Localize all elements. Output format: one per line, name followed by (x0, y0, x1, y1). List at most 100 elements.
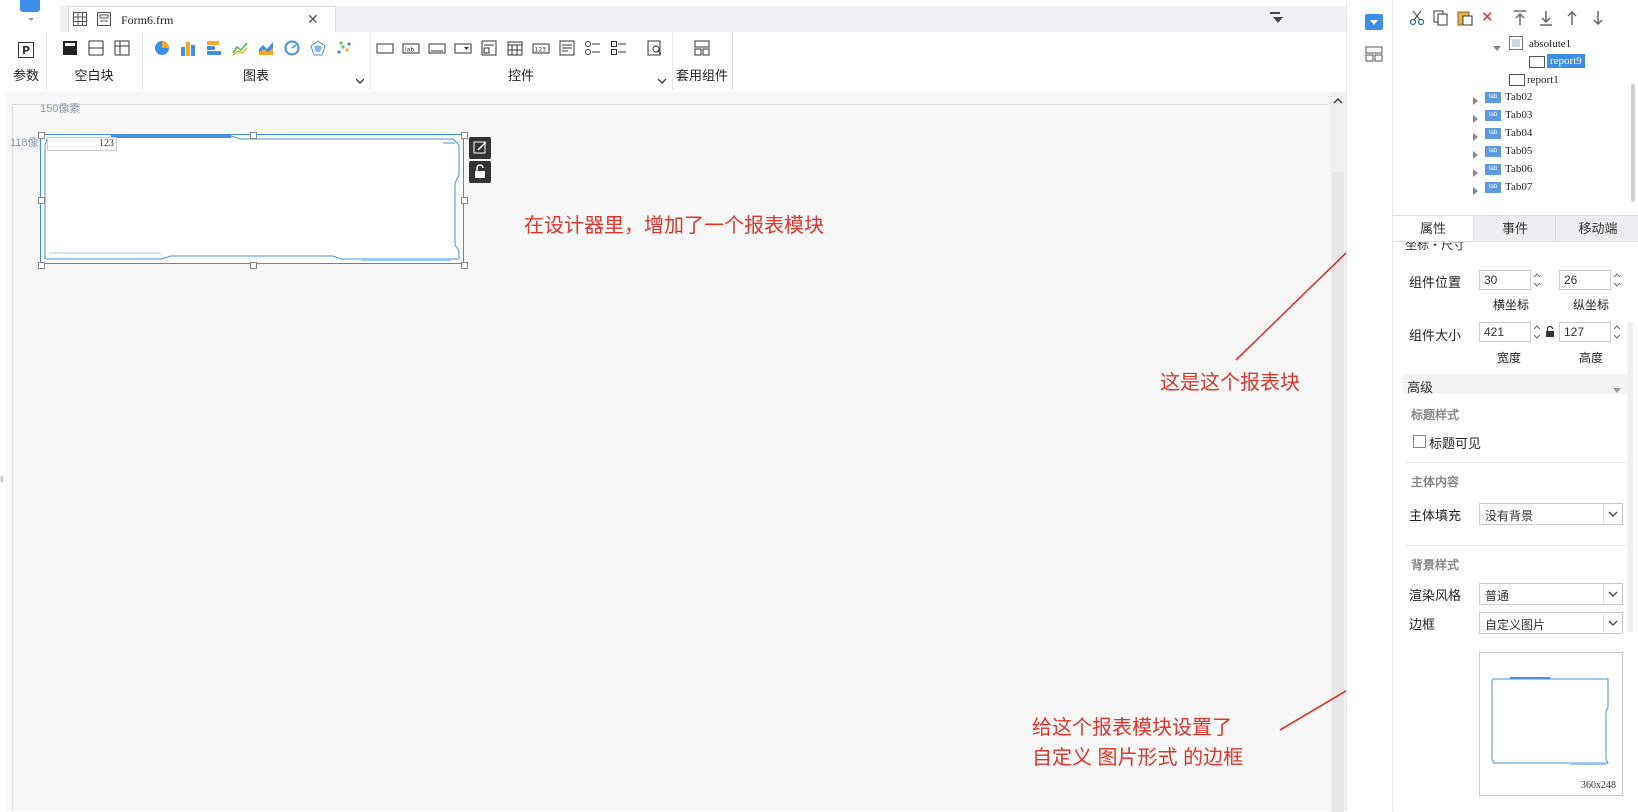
tree-expand-icon[interactable] (1473, 94, 1479, 108)
tree-expand-icon[interactable] (1473, 184, 1479, 198)
move-to-top-icon[interactable] (1513, 10, 1527, 29)
app-logo-icon[interactable] (20, 0, 40, 12)
resize-handle[interactable] (38, 197, 45, 204)
title-visible-checkbox[interactable] (1413, 435, 1426, 448)
move-down-icon[interactable] (1591, 10, 1605, 29)
block-split-icon[interactable] (88, 40, 106, 56)
chevron-down-icon[interactable] (28, 18, 34, 21)
aspect-lock-icon[interactable] (1545, 325, 1555, 341)
render-style-select[interactable]: 普通 (1479, 583, 1623, 605)
gauge-chart-icon[interactable] (284, 40, 302, 56)
tree-expand-icon[interactable] (1473, 112, 1479, 126)
layout-panel-icon[interactable] (1365, 46, 1383, 65)
tab-form6[interactable]: Form6.frm ✕ (68, 6, 336, 32)
tree-item-report1[interactable]: report1 (1527, 74, 1559, 86)
canvas-scrollbar[interactable] (1330, 92, 1346, 812)
tree-item-tab06: Tab06 (1505, 163, 1533, 175)
tree-item-absolute1[interactable]: absolute1 (1529, 38, 1571, 50)
textarea-control-icon[interactable] (558, 40, 576, 56)
tree-item-tab02-row[interactable]: tab Tab02 (1473, 90, 1633, 106)
tree-item-tab06-row[interactable]: tab Tab06 (1473, 162, 1633, 178)
chevron-up-icon[interactable] (1333, 94, 1343, 108)
resize-handle[interactable] (461, 132, 468, 139)
edit-widget-button[interactable] (469, 137, 491, 159)
height-spinner[interactable] (1611, 322, 1623, 342)
resize-handle[interactable] (250, 262, 257, 269)
line-chart-icon[interactable] (232, 40, 250, 56)
tree-item-tab04-row[interactable]: tab Tab04 (1473, 126, 1633, 142)
checkbox-group-control-icon[interactable] (610, 40, 628, 56)
calendar-control-icon[interactable] (506, 40, 524, 56)
tree-item-tab05-row[interactable]: tab Tab05 (1473, 144, 1633, 160)
tree-expand-icon[interactable] (1473, 166, 1479, 180)
resize-handle[interactable] (38, 262, 45, 269)
bar-chart-icon[interactable] (180, 40, 198, 56)
preset-component-icon[interactable] (693, 40, 711, 56)
y-position-input[interactable]: 26 (1559, 270, 1611, 290)
close-icon[interactable]: ✕ (307, 11, 319, 28)
pie-chart-icon[interactable] (154, 40, 172, 56)
cut-icon[interactable] (1409, 10, 1425, 29)
resize-handle[interactable] (38, 132, 45, 139)
height-input[interactable]: 127 (1559, 322, 1611, 342)
border-select[interactable]: 自定义图片 (1479, 612, 1623, 634)
param-icon[interactable]: P (18, 42, 36, 58)
scatter-chart-icon[interactable] (336, 40, 354, 56)
tab-properties[interactable]: 属性 (1393, 216, 1473, 241)
report-widget[interactable]: 123 (40, 134, 464, 264)
annotation-this-block: 这是这个报表块 (1160, 372, 1300, 394)
number-control-icon[interactable]: 123 (532, 40, 550, 56)
resize-handle[interactable] (461, 197, 468, 204)
chevron-down-icon[interactable] (657, 74, 667, 84)
component-tree-toggle[interactable] (1365, 14, 1383, 30)
move-to-bottom-icon[interactable] (1539, 10, 1553, 29)
svg-text:123: 123 (535, 47, 547, 54)
area-chart-icon[interactable] (258, 40, 276, 56)
body-fill-select[interactable]: 没有背景 (1479, 503, 1623, 525)
block-dark-icon[interactable] (62, 40, 80, 56)
horizontal-bar-icon[interactable] (206, 40, 224, 56)
tree-expand-icon[interactable] (1493, 41, 1501, 55)
canvas-splitter-handle[interactable]: ‖ (0, 475, 3, 484)
resize-handle[interactable] (250, 132, 257, 139)
lock-widget-button[interactable] (469, 161, 491, 183)
x-position-input[interactable]: 30 (1479, 270, 1531, 290)
radar-chart-icon[interactable] (310, 40, 328, 56)
button-control-icon[interactable] (376, 40, 394, 56)
tab-mobile[interactable]: 移动端 (1555, 216, 1638, 241)
report-cell[interactable]: 123 (47, 137, 117, 151)
delete-icon[interactable]: ✕ (1481, 8, 1494, 26)
panel-scrollbar[interactable] (1627, 322, 1633, 632)
tab-menu-icon[interactable] (1270, 12, 1284, 27)
resize-handle[interactable] (461, 262, 468, 269)
label-control-icon[interactable]: lab (402, 40, 420, 56)
section-header-advanced[interactable]: 高级 (1403, 374, 1629, 395)
width-input[interactable]: 421 (1479, 322, 1531, 342)
tree-expand-icon[interactable] (1473, 148, 1479, 162)
y-spinner[interactable] (1611, 270, 1623, 290)
tree-scrollbar[interactable] (1631, 84, 1635, 202)
section-header-position[interactable]: 坐标・尺寸 (1405, 242, 1633, 252)
search-control-icon[interactable] (646, 40, 664, 56)
form-control-icon[interactable] (480, 40, 498, 56)
tab-icon: tab (1485, 164, 1501, 175)
border-image-preview[interactable]: 360x248 (1479, 652, 1623, 796)
tree-item-tab07-row[interactable]: tab Tab07 (1473, 180, 1633, 196)
tree-item-report9[interactable]: report9 (1547, 54, 1585, 68)
radio-group-control-icon[interactable] (584, 40, 602, 56)
block-grid-icon[interactable] (114, 40, 132, 56)
tree-expand-icon[interactable] (1473, 130, 1479, 144)
chevron-down-icon (1370, 20, 1378, 25)
move-up-icon[interactable] (1565, 10, 1579, 29)
textbox-control-icon[interactable] (428, 40, 446, 56)
x-spinner[interactable] (1531, 270, 1543, 290)
width-spinner[interactable] (1531, 322, 1543, 342)
chevron-down-icon[interactable] (355, 74, 365, 84)
paste-icon[interactable] (1457, 10, 1473, 29)
tab-title: Form6.frm (121, 13, 174, 27)
tree-item-tab03-row[interactable]: tab Tab03 (1473, 108, 1633, 124)
tab-icon: tab (1485, 110, 1501, 121)
copy-icon[interactable] (1433, 10, 1449, 29)
tab-events[interactable]: 事件 (1473, 216, 1556, 241)
combobox-control-icon[interactable] (454, 40, 472, 56)
